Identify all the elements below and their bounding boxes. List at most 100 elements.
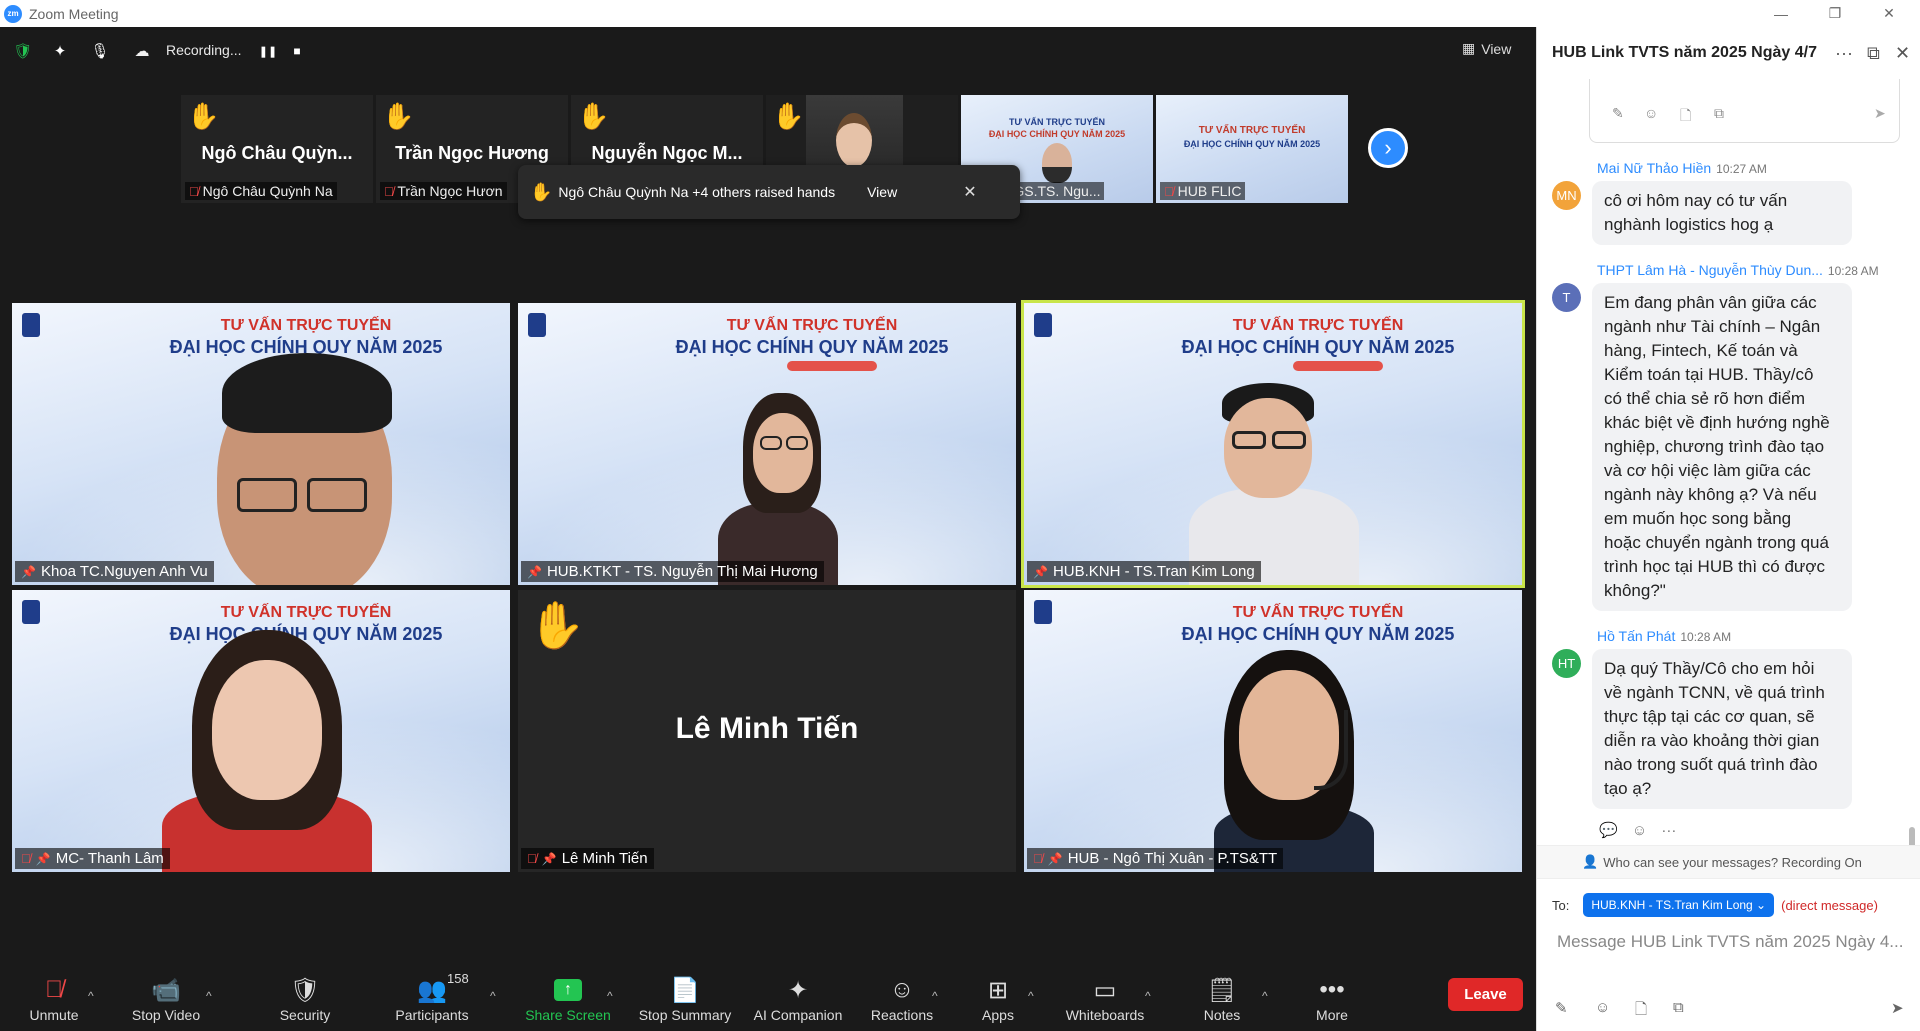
toast-view-button[interactable]: View <box>867 184 897 200</box>
toast-close-icon[interactable]: ✕ <box>963 182 976 202</box>
meeting-top-bar: 🛡 ✦ 🎙 ☁ Recording... ❚❚ ■ ▦ View <box>0 27 1536 74</box>
leave-button[interactable]: Leave <box>1448 978 1523 1011</box>
video-camera-icon: 📹 <box>151 976 181 1004</box>
message-input[interactable]: Message HUB Link TVTS năm 2025 Ngày 4... <box>1557 932 1907 952</box>
filmstrip-name: Ngô Châu Quỳn... <box>201 143 353 163</box>
popout-icon[interactable]: ⧉ <box>1867 43 1880 64</box>
video-options-caret[interactable]: ^ <box>206 989 212 1003</box>
direct-message-label: (direct message) <box>1781 897 1878 913</box>
stop-summary-button[interactable]: 📄 Stop Summary <box>630 975 740 1024</box>
slide-title: TƯ VẤN TRỰC TUYẾN <box>220 317 392 334</box>
recipient-dropdown[interactable]: HUB.KNH - TS.Tran Kim Long ⌄ <box>1583 893 1775 917</box>
video-tile[interactable]: ✋ Lê Minh Tiến 🎙̸ 📌 Lê Minh Tiến <box>518 590 1016 872</box>
pin-icon: 📌 <box>1033 564 1048 579</box>
apps-button[interactable]: ⊞ Apps <box>943 975 1053 1024</box>
mic-muted-icon: 🎙̸ <box>189 184 199 199</box>
whiteboards-button[interactable]: ▭ Whiteboards <box>1050 975 1160 1024</box>
close-window-button[interactable]: ✕ <box>1862 0 1916 27</box>
video-tile[interactable]: TƯ VẤN TRỰC TUYẾN ĐẠI HỌC CHÍNH QUY NĂM … <box>12 590 510 872</box>
sparkle-icon[interactable]: ✦ <box>50 41 70 61</box>
message-time: 10:27 AM <box>1716 162 1767 176</box>
message-bubble: Dạ quý Thầy/Cô cho em hỏi về ngành TCNN,… <box>1592 649 1852 809</box>
video-tile[interactable]: TƯ VẤN TRỰC TUYẾN ĐẠI HỌC CHÍNH QUY NĂM … <box>518 303 1016 585</box>
participants-options-caret[interactable]: ^ <box>490 989 496 1003</box>
emoji-icon[interactable]: ☺ <box>1644 105 1658 121</box>
apps-icon: ⊞ <box>987 976 1009 1004</box>
message-actions: 💬 ☺ ··· <box>1599 821 1676 839</box>
ai-companion-button[interactable]: ✦ AI Companion <box>743 975 853 1024</box>
view-button[interactable]: ▦ View <box>1462 40 1511 57</box>
security-shield-icon: 🛡 <box>289 976 321 1004</box>
filmstrip-name: Nguyễn Ngọc M... <box>591 143 743 163</box>
screenshot-icon[interactable]: ⧉ <box>1714 105 1724 122</box>
stop-video-button[interactable]: 📹 Stop Video <box>111 975 221 1024</box>
apps-options-caret[interactable]: ^ <box>1028 989 1034 1003</box>
notes-button[interactable]: 🗒 Notes <box>1167 975 1277 1024</box>
slide-subtitle: ĐẠI HỌC CHÍNH QUY NĂM 2025 <box>1181 624 1455 644</box>
slide-title: TƯ VẤN TRỰC TUYẾN <box>1009 117 1105 127</box>
file-icon[interactable]: 🗋 <box>1680 105 1691 129</box>
slide-banner <box>1293 361 1383 371</box>
filmstrip-tile[interactable]: ✋ Ngô Châu Quỳn... 🎙̸ Ngô Châu Quỳnh Na <box>181 95 373 203</box>
pin-icon: 📌 <box>541 851 557 866</box>
video-tile[interactable]: TƯ VẤN TRỰC TUYẾN ĐẠI HỌC CHÍNH QUY NĂM … <box>12 303 510 585</box>
share-options-caret[interactable]: ^ <box>607 989 613 1003</box>
slide-banner <box>787 361 877 371</box>
unmute-options-caret[interactable]: ^ <box>88 989 94 1003</box>
to-label: To: <box>1552 897 1570 913</box>
active-speaker-tile[interactable]: TƯ VẤN TRỰC TUYẾN ĐẠI HỌC CHÍNH QUY NĂM … <box>1021 300 1525 588</box>
restore-button[interactable]: ❐ <box>1808 0 1862 27</box>
chat-header: HUB Link TVTS năm 2025 Ngày 4/7 ··· ⧉ ✕ <box>1537 27 1920 81</box>
emoji-icon[interactable]: ☺ <box>1595 999 1610 1016</box>
pause-recording-icon[interactable]: ❚❚ <box>258 41 278 61</box>
close-chat-icon[interactable]: ✕ <box>1895 43 1910 64</box>
raised-hand-icon: ✋ <box>187 101 220 131</box>
raised-hand-icon: ✋ <box>577 101 610 131</box>
message-sender: Hồ Tấn Phát 10:28 AM <box>1597 628 1732 644</box>
minimize-button[interactable]: — <box>1754 0 1808 27</box>
participants-button[interactable]: 👥 158 Participants <box>377 971 487 1023</box>
video-tile[interactable]: TƯ VẤN TRỰC TUYẾN ĐẠI HỌC CHÍNH QUY NĂM … <box>1024 590 1522 872</box>
pin-icon: 📌 <box>1047 851 1063 866</box>
reactions-options-caret[interactable]: ^ <box>932 989 938 1003</box>
more-button[interactable]: ••• More <box>1277 975 1387 1023</box>
message-more-icon[interactable]: ··· <box>1661 822 1676 839</box>
send-icon[interactable]: ➤ <box>1891 999 1904 1017</box>
security-button[interactable]: 🛡 Security <box>250 975 360 1024</box>
filmstrip-tile[interactable]: TƯ VẤN TRỰC TUYẾN ĐẠI HỌC CHÍNH QUY NĂM … <box>1156 95 1348 203</box>
notes-options-caret[interactable]: ^ <box>1262 989 1268 1003</box>
file-icon[interactable]: 🗋 <box>1635 999 1647 1024</box>
pin-icon: 📌 <box>35 851 51 866</box>
chat-panel: HUB Link TVTS năm 2025 Ngày 4/7 ··· ⧉ ✕ … <box>1536 27 1920 1031</box>
filmstrip-label: 🎙̸ Ngô Châu Quỳnh Na <box>185 182 337 200</box>
view-label: View <box>1481 40 1512 57</box>
slide-title: TƯ VẤN TRỰC TUYẾN <box>220 604 392 621</box>
message-time: 10:28 AM <box>1827 264 1879 278</box>
chat-more-icon[interactable]: ··· <box>1835 43 1853 64</box>
chat-privacy-notice[interactable]: 👤 Who can see your messages? Recording O… <box>1537 845 1920 879</box>
avatar: HT <box>1552 649 1581 678</box>
participant-video <box>1042 143 1072 183</box>
notes-icon: 🗒 <box>1206 976 1238 1004</box>
mic-muted-icon: 🎙̸ <box>527 851 537 866</box>
meeting-toolbar: 🎙̸ Unmute ^ 📹 Stop Video ^ 🛡 Security 👥 1… <box>0 967 1536 1031</box>
participant-name-label: 📌 HUB.KNH - TS.Tran Kim Long <box>1027 561 1261 582</box>
message-time: 10:28 AM <box>1680 630 1732 644</box>
slide-subtitle: ĐẠI HỌC CHÍNH QUY NĂM 2025 <box>1181 337 1455 357</box>
format-icon[interactable]: ✎ <box>1555 999 1568 1017</box>
next-page-button[interactable]: › <box>1368 128 1408 168</box>
add-reaction-icon[interactable]: ☺ <box>1632 822 1647 839</box>
screenshot-icon[interactable]: ⧉ <box>1673 999 1684 1016</box>
whiteboards-options-caret[interactable]: ^ <box>1145 989 1151 1003</box>
reactions-button[interactable]: ☺ Reactions <box>847 975 957 1023</box>
raised-hand-icon: ✋ <box>530 181 553 202</box>
shield-icon[interactable]: 🛡 <box>13 41 33 61</box>
mic-muted-icon: 🎙̸ <box>1164 184 1174 199</box>
stop-recording-icon[interactable]: ■ <box>287 41 307 61</box>
message-toolbar-preview: ✎ ☺ 🗋 ⧉ ➤ <box>1589 79 1900 143</box>
reply-icon[interactable]: 💬 <box>1599 822 1618 839</box>
recording-label: Recording... <box>166 42 242 58</box>
format-icon[interactable]: ✎ <box>1612 105 1624 122</box>
send-icon[interactable]: ➤ <box>1874 105 1886 122</box>
mic-status-icon[interactable]: 🎙 <box>90 41 110 61</box>
